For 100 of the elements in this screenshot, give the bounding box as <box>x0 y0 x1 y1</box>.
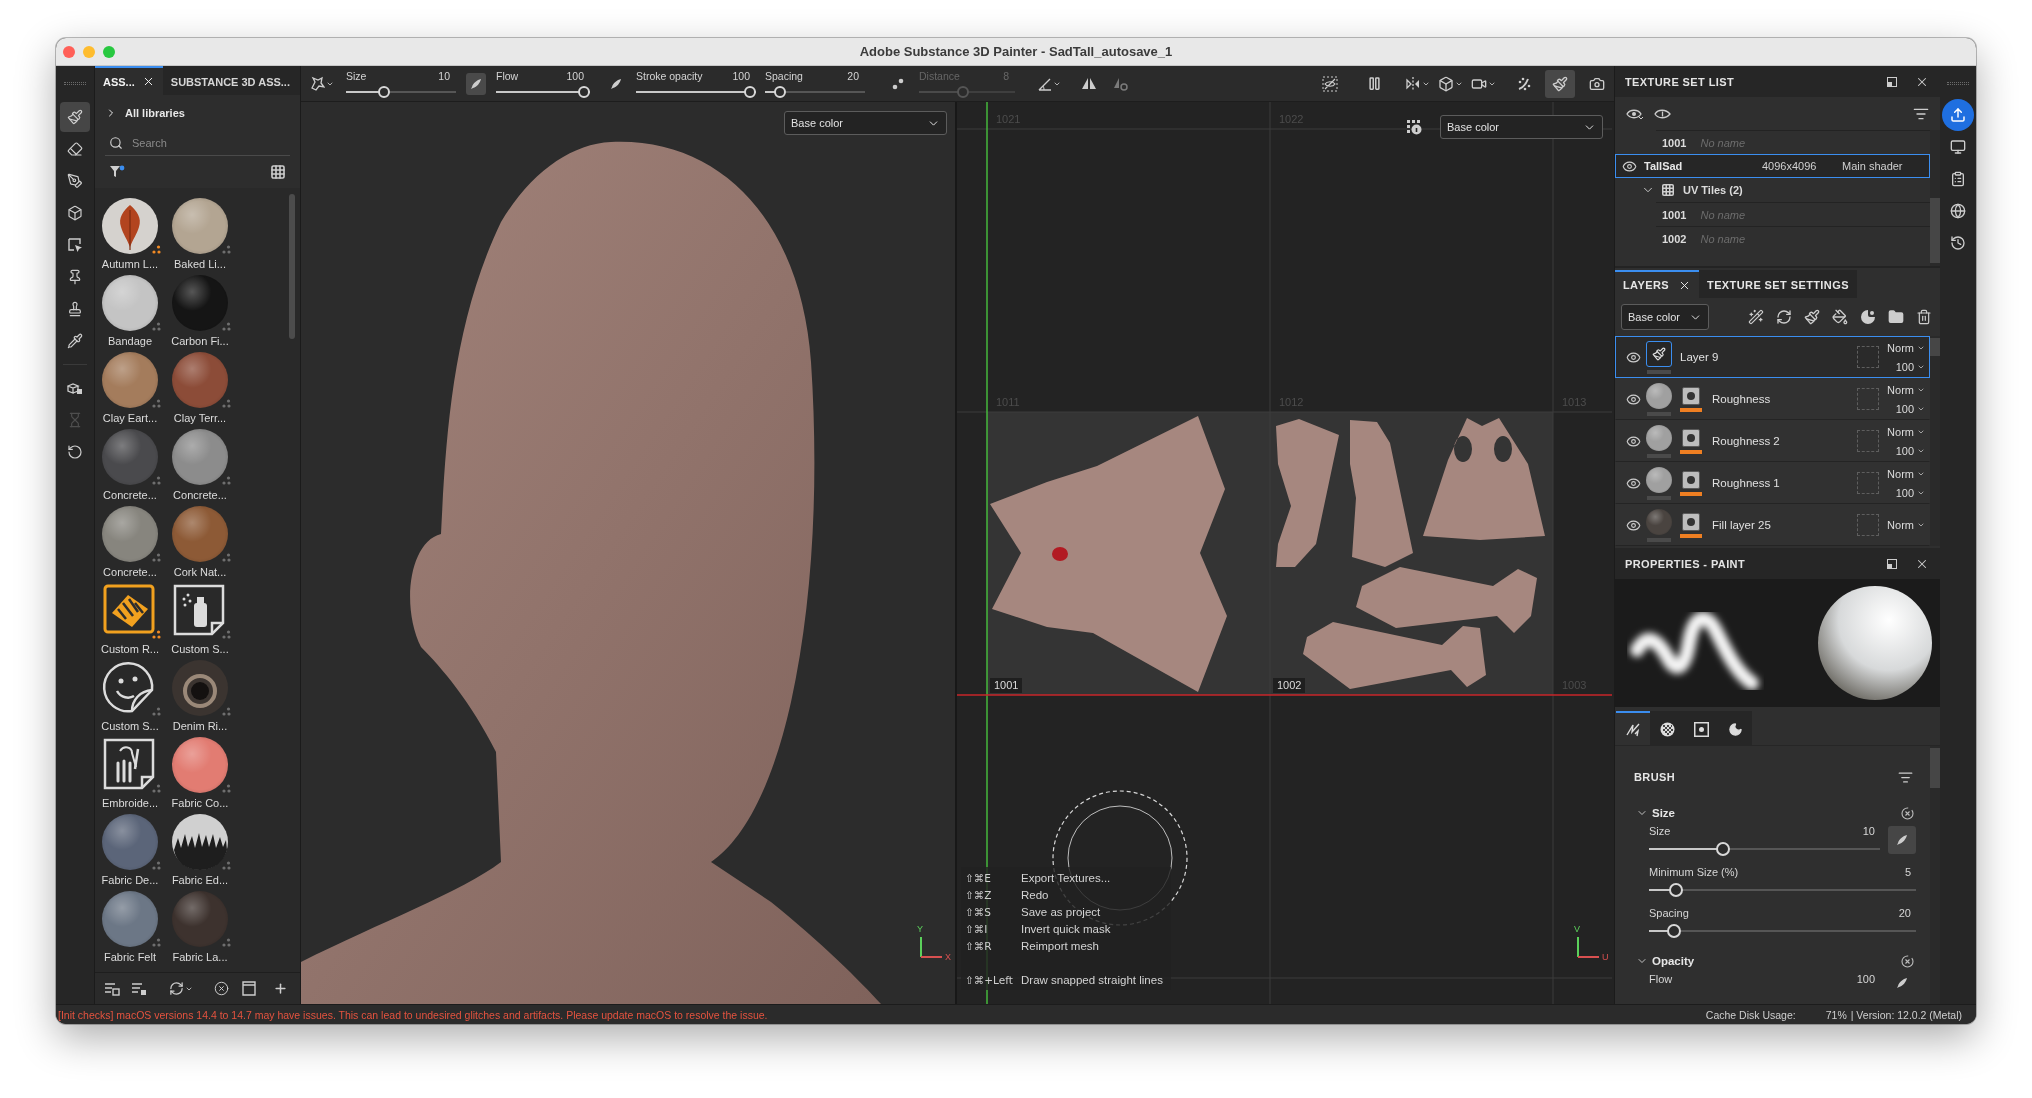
layer-name: Roughness 2 <box>1712 435 1781 447</box>
asset-label: Fabric De... <box>101 874 159 887</box>
grid-icon <box>270 164 286 180</box>
panel-title: TEXTURE SET LIST <box>1625 75 1735 88</box>
axis-label: U <box>1602 952 1609 962</box>
eye-icon <box>1625 391 1641 407</box>
texture-tile-row[interactable]: 1001 No name <box>1656 202 1930 226</box>
blend-mode-dropdown[interactable]: Norm <box>1887 466 1929 481</box>
scrollbar-thumb[interactable] <box>1930 748 1940 788</box>
leaf-sphere-icon[interactable] <box>102 198 158 254</box>
opacity-dropdown[interactable]: 100 <box>1887 401 1929 416</box>
fringe-sphere-icon[interactable] <box>172 814 228 870</box>
texture-tile-row[interactable]: 1002 No name <box>1656 226 1930 250</box>
slider-label: Distance <box>919 70 960 82</box>
checker-sphere-icon <box>1659 721 1675 737</box>
eye-icon <box>1625 517 1641 533</box>
pressure-button[interactable] <box>1888 826 1916 854</box>
texture-set-row[interactable]: TallSad 4096x4096 Main shader <box>1615 154 1930 178</box>
angle-icon <box>1037 76 1052 91</box>
shortcut-keys: ⇧⌘S <box>965 905 1021 918</box>
paintbrush-icon <box>1804 309 1820 325</box>
eye-icon <box>1625 433 1641 449</box>
document-icon <box>242 981 256 996</box>
library-selector[interactable]: All libraries <box>95 95 185 130</box>
shortcut-action: Reimport mesh <box>1021 939 1099 952</box>
channel-dropdown[interactable]: Base color <box>1621 304 1709 330</box>
channel-dropdown[interactable]: Base color <box>1440 115 1603 139</box>
slider-value: 100 <box>566 70 584 82</box>
list-filter-icon <box>1897 769 1913 785</box>
refresh-icon <box>169 981 184 996</box>
eye-icon <box>1653 107 1671 120</box>
asset-label: Fabric Felt <box>104 951 156 964</box>
cache-label: Cache Disk Usage: <box>1705 1008 1796 1021</box>
paintbrush-button[interactable] <box>1545 69 1575 98</box>
blend-mode-dropdown[interactable]: Norm <box>1887 382 1929 397</box>
dashed-square-icon <box>1857 430 1879 452</box>
trash-icon <box>1916 309 1932 325</box>
reset-button[interactable] <box>1898 952 1916 970</box>
asset-label: Fabric Co... <box>171 797 229 810</box>
shortcut-action: Export Textures... <box>1021 871 1111 884</box>
uv-tiles-row[interactable]: UV Tiles (2) <box>1615 178 1930 202</box>
material-sphere-icon[interactable] <box>172 198 228 254</box>
opacity-dropdown[interactable]: 100 <box>1887 485 1929 500</box>
grip-handle[interactable] <box>64 82 86 85</box>
group-title: Opacity <box>1652 955 1696 967</box>
shortcut-action: Draw snapped straight lines <box>1021 973 1163 986</box>
material-sphere-icon[interactable] <box>102 891 158 947</box>
blend-mode-dropdown[interactable]: Norm <box>1887 517 1929 533</box>
search-field[interactable]: Search <box>132 132 290 153</box>
scrollbar-thumb[interactable] <box>1930 338 1940 356</box>
pen-nib-icon <box>1896 834 1908 846</box>
material-sphere-icon[interactable] <box>102 352 158 408</box>
dot-icon <box>1687 475 1695 484</box>
cache-value: 71% <box>1825 1008 1847 1021</box>
material-sphere-icon[interactable] <box>172 506 228 562</box>
slider-label: Size <box>346 70 367 82</box>
asset-label: Custom S... <box>171 643 229 656</box>
export-button[interactable] <box>1942 99 1974 131</box>
panel-tab[interactable]: ASS... <box>95 66 163 95</box>
blend-mode-dropdown[interactable]: Norm <box>1887 424 1929 439</box>
asset-label: Carbon Fi... <box>171 335 229 348</box>
blend-mode-dropdown[interactable]: Norm <box>1887 340 1929 355</box>
shortcut-keys: ⇧⌘+Left <box>965 973 1021 986</box>
brush-shape-icon <box>310 76 325 91</box>
material-sphere-icon[interactable] <box>102 814 158 870</box>
texture-resolution: 4096x4096 <box>1762 160 1818 172</box>
opacity-dropdown[interactable]: 100 <box>1887 359 1929 374</box>
scrollbar-thumb[interactable] <box>1930 198 1940 263</box>
group-title: Size <box>1652 807 1676 819</box>
grid-view-button[interactable] <box>268 162 288 182</box>
grid-info-button[interactable] <box>1405 118 1423 136</box>
channel-dropdown[interactable]: Base color <box>784 111 947 135</box>
material-sphere-icon[interactable] <box>172 737 228 793</box>
reset-button[interactable] <box>1898 804 1916 822</box>
material-sphere-icon[interactable] <box>102 506 158 562</box>
pen-nib-icon <box>470 77 482 90</box>
mask-bar <box>1680 533 1702 538</box>
thumbnail-bar <box>1647 537 1671 542</box>
material-sphere-icon[interactable] <box>172 429 228 485</box>
paintbrush-button[interactable] <box>60 102 90 132</box>
asset-label: Denim Ri... <box>172 720 228 733</box>
material-sphere-icon[interactable] <box>102 275 158 331</box>
ring-sphere-icon[interactable] <box>172 660 228 716</box>
asset-label: Autumn L... <box>101 258 159 271</box>
properties-tab[interactable] <box>1616 711 1650 745</box>
panel-tab[interactable]: TEXTURE SET SETTINGS <box>1699 270 1857 298</box>
pin-icon <box>67 269 83 285</box>
upload-icon <box>1950 107 1966 123</box>
grip-handle[interactable] <box>1947 82 1969 85</box>
mirror-icon <box>1404 75 1421 92</box>
pen-nib-icon <box>610 77 622 90</box>
undock-icon <box>1887 558 1897 569</box>
monitor-icon <box>1950 139 1966 155</box>
slider-label: Flow <box>496 70 519 82</box>
layer-row[interactable]: Layer 9 Norm 100 <box>1615 336 1930 378</box>
pressure-button[interactable] <box>466 72 486 95</box>
thumbnail-bar <box>1647 495 1671 500</box>
opacity-dropdown[interactable]: 100 <box>1887 443 1929 458</box>
scrollbar-thumb[interactable] <box>289 194 295 339</box>
asset-label: Clay Terr... <box>173 412 227 425</box>
